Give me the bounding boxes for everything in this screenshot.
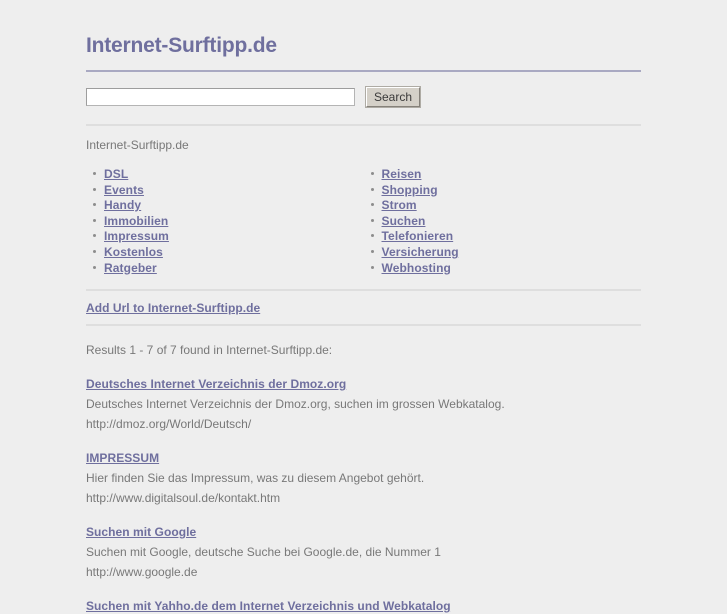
search-spacer (86, 108, 641, 124)
list-item[interactable]: Events (93, 182, 364, 198)
category-columns: DSL Events Handy Immobilien Impressum Ko… (86, 166, 641, 275)
category-list-right: Reisen Shopping Strom Suchen Telefoniere… (364, 166, 642, 275)
result-item: Deutsches Internet Verzeichnis der Dmoz.… (86, 376, 641, 432)
result-title-link[interactable]: IMPRESSUM (86, 450, 641, 466)
results-list: Deutsches Internet Verzeichnis der Dmoz.… (86, 376, 641, 614)
breadcrumb: Internet-Surftipp.de (86, 138, 189, 152)
category-link-events[interactable]: Events (104, 183, 144, 197)
result-description: Hier finden Sie das Impressum, was zu di… (86, 471, 425, 486)
category-list-left: DSL Events Handy Immobilien Impressum Ko… (86, 166, 364, 275)
list-item[interactable]: Reisen (370, 166, 642, 182)
search-divider (86, 124, 641, 126)
result-item: IMPRESSUM Hier finden Sie das Impressum,… (86, 450, 641, 506)
result-item: Suchen mit Google Suchen mit Google, deu… (86, 524, 641, 580)
result-title-link[interactable]: Suchen mit Google (86, 524, 641, 540)
list-item[interactable]: Shopping (370, 182, 642, 198)
result-title-link[interactable]: Suchen mit Yahho.de dem Internet Verzeic… (86, 598, 641, 614)
list-item[interactable]: Immobilien (93, 213, 364, 229)
category-link-impressum[interactable]: Impressum (104, 229, 169, 243)
search-form: Search (86, 86, 641, 108)
add-url-link[interactable]: Add Url to Internet-Surftipp.de (86, 301, 260, 315)
add-url-line: Add Url to Internet-Surftipp.de (86, 291, 641, 324)
list-item[interactable]: Kostenlos (93, 244, 364, 260)
category-link-strom[interactable]: Strom (382, 198, 417, 212)
list-item[interactable]: Ratgeber (93, 260, 364, 276)
add-url-section: Add Url to Internet-Surftipp.de (86, 289, 641, 327)
category-link-shopping[interactable]: Shopping (382, 183, 438, 197)
add-url-divider-bottom (86, 324, 641, 327)
list-item[interactable]: Telefonieren (370, 228, 642, 244)
list-item[interactable]: Suchen (370, 213, 642, 229)
category-link-handy[interactable]: Handy (104, 198, 141, 212)
category-link-dsl[interactable]: DSL (104, 167, 128, 181)
result-url: http://www.google.de (86, 565, 198, 580)
category-column-left: DSL Events Handy Immobilien Impressum Ko… (86, 166, 364, 275)
category-link-reisen[interactable]: Reisen (382, 167, 422, 181)
category-link-suchen[interactable]: Suchen (382, 214, 426, 228)
category-link-kostenlos[interactable]: Kostenlos (104, 245, 163, 259)
content-column: Internet-Surftipp.de Search Internet-Sur… (86, 0, 641, 614)
list-item[interactable]: Handy (93, 197, 364, 213)
result-description: Deutsches Internet Verzeichnis der Dmoz.… (86, 397, 505, 412)
category-link-ratgeber[interactable]: Ratgeber (104, 261, 157, 275)
category-link-versicherung[interactable]: Versicherung (382, 245, 459, 259)
category-column-right: Reisen Shopping Strom Suchen Telefoniere… (364, 166, 642, 275)
list-item[interactable]: Versicherung (370, 244, 642, 260)
result-url: http://dmoz.org/World/Deutsch/ (86, 417, 252, 432)
list-item[interactable]: DSL (93, 166, 364, 182)
results-count: Results 1 - 7 of 7 found in Internet-Sur… (86, 343, 333, 358)
search-button[interactable]: Search (364, 86, 422, 108)
category-link-telefonieren[interactable]: Telefonieren (382, 229, 454, 243)
list-item[interactable]: Strom (370, 197, 642, 213)
title-divider (86, 70, 641, 72)
page-root: Internet-Surftipp.de Search Internet-Sur… (0, 0, 727, 613)
result-title-link[interactable]: Deutsches Internet Verzeichnis der Dmoz.… (86, 376, 641, 392)
result-description: Suchen mit Google, deutsche Suche bei Go… (86, 545, 441, 560)
category-link-immobilien[interactable]: Immobilien (104, 214, 168, 228)
result-url: http://www.digitalsoul.de/kontakt.htm (86, 491, 281, 506)
page-title: Internet-Surftipp.de (86, 34, 277, 57)
search-input[interactable] (86, 88, 355, 106)
list-item[interactable]: Webhosting (370, 260, 642, 276)
result-item: Suchen mit Yahho.de dem Internet Verzeic… (86, 598, 641, 614)
list-item[interactable]: Impressum (93, 228, 364, 244)
category-link-webhosting[interactable]: Webhosting (382, 261, 451, 275)
